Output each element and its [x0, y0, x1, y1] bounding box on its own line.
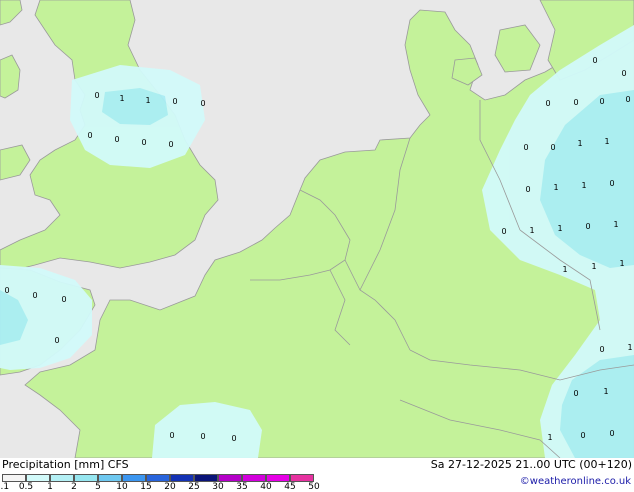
- precip-value-label: 1: [557, 224, 562, 233]
- scale-swatch: [218, 474, 242, 482]
- precip-value-label: 0: [168, 140, 173, 149]
- precip-value-label: 0: [545, 99, 550, 108]
- scale-swatch: [2, 474, 26, 482]
- precip-value-label: 1: [529, 226, 534, 235]
- precip-value-label: 1: [591, 262, 596, 271]
- scale-swatch: [146, 474, 170, 482]
- scale-tick-label: 40: [260, 482, 272, 492]
- precip-value-label: 0: [580, 431, 585, 440]
- scale-swatch: [122, 474, 146, 482]
- precip-value-label: 1: [547, 433, 552, 442]
- precip-value-label: 1: [119, 94, 124, 103]
- scale-swatch: [242, 474, 266, 482]
- scale-swatch: [50, 474, 74, 482]
- precip-value-label: 0: [599, 345, 604, 354]
- scale-swatch: [98, 474, 122, 482]
- precip-value-label: 0: [609, 429, 614, 438]
- precip-value-label: 0: [592, 56, 597, 65]
- precip-value-label: 0: [61, 295, 66, 304]
- precip-value-label: 0: [94, 91, 99, 100]
- scale-tick-label: 25: [188, 482, 200, 492]
- precip-value-label: 1: [619, 259, 624, 268]
- scale-swatch: [266, 474, 290, 482]
- precip-value-label: 0: [169, 431, 174, 440]
- map-title: Precipitation [mm] CFS: [2, 458, 129, 471]
- precip-value-label: 1: [562, 265, 567, 274]
- precip-value-label: 0: [585, 222, 590, 231]
- precip-value-label: 0: [172, 97, 177, 106]
- precip-value-label: 0: [32, 291, 37, 300]
- precip-value-label: 1: [581, 181, 586, 190]
- precipitation-map: 0 1 1 0 0 0 0 0 0 0 0 0 0 0 0 0 0 0 0 0 0 0 0 0 1 1 0 1 1 0 0 1 1 0 1 1 1 1 0 1…: [0, 0, 634, 458]
- scale-tick-label: 50: [308, 482, 320, 492]
- scale-tick-label: 0.1: [0, 482, 10, 492]
- scale-tick-label: 1: [47, 482, 53, 492]
- precip-value-label: 1: [577, 139, 582, 148]
- precip-value-label: 0: [599, 97, 604, 106]
- precip-value-label: 0: [141, 138, 146, 147]
- precip-value-label: 0: [54, 336, 59, 345]
- scale-tick-label: 45: [284, 482, 296, 492]
- scale-tick-label: 0.5: [18, 482, 34, 492]
- scale-swatch: [26, 474, 50, 482]
- precip-value-label: 0: [609, 179, 614, 188]
- precip-value-label: 0: [625, 95, 630, 104]
- precip-value-label: 0: [200, 99, 205, 108]
- scale-tick-label: 2: [71, 482, 77, 492]
- scale-tick-label: 30: [212, 482, 224, 492]
- precip-value-label: 1: [145, 96, 150, 105]
- precip-value-label: 0: [231, 434, 236, 443]
- precip-value-label: 0: [501, 227, 506, 236]
- precip-value-label: 0: [573, 98, 578, 107]
- scale-tick-label: 5: [95, 482, 101, 492]
- precip-value-label: 0: [87, 131, 92, 140]
- scale-swatch: [194, 474, 218, 482]
- scale-tick-label: 20: [164, 482, 176, 492]
- precip-value-label: 1: [613, 220, 618, 229]
- precip-value-label: 0: [550, 143, 555, 152]
- precip-value-label: 0: [200, 432, 205, 441]
- precip-value-label: 0: [114, 135, 119, 144]
- map-canvas: 0 1 1 0 0 0 0 0 0 0 0 0 0 0 0 0 0 0 0 0 0 0 0 0 1 1 0 1 1 0 0 1 1 0 1 1 1 1 0 1…: [0, 0, 634, 458]
- credit-link[interactable]: ©weatheronline.co.uk: [520, 476, 631, 487]
- precip-value-label: 0: [573, 389, 578, 398]
- scale-swatch: [290, 474, 314, 482]
- scale-swatch: [74, 474, 98, 482]
- scale-tick-label: 10: [116, 482, 128, 492]
- precip-value-label: 0: [621, 69, 626, 78]
- scale-tick-label: 35: [236, 482, 248, 492]
- precip-value-label: 1: [603, 387, 608, 396]
- precip-value-label: 1: [553, 183, 558, 192]
- map-footer: Precipitation [mm] CFS Sa 27-12-2025 21.…: [0, 458, 634, 492]
- precip-value-label: 0: [523, 143, 528, 152]
- map-datetime: Sa 27-12-2025 21..00 UTC (00+120): [430, 458, 632, 471]
- precip-value-label: 0: [525, 185, 530, 194]
- scale-tick-label: 15: [140, 482, 152, 492]
- precip-value-label: 0: [4, 286, 9, 295]
- precip-value-label: 1: [604, 137, 609, 146]
- precip-value-label: 1: [627, 343, 632, 352]
- scale-swatch: [170, 474, 194, 482]
